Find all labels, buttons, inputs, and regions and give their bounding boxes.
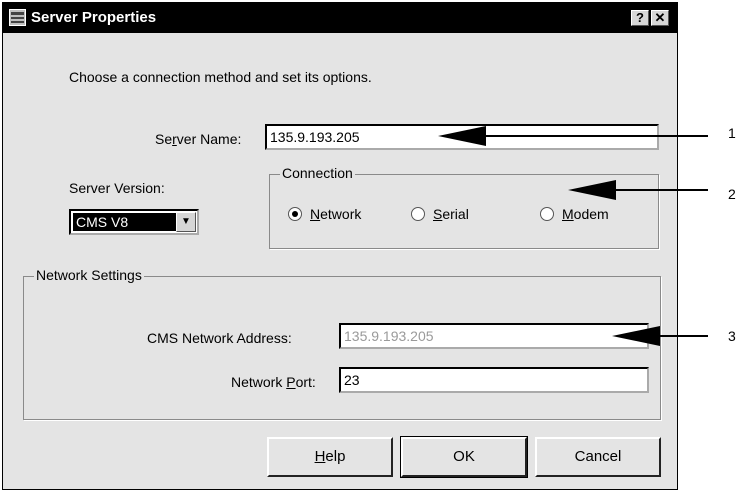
cancel-button[interactable]: Cancel <box>535 437 661 477</box>
network-address-input: 135.9.193.205 <box>339 323 649 349</box>
callout-line <box>480 135 708 137</box>
callout-arrow-icon <box>568 180 616 200</box>
network-radio[interactable]: Network <box>288 206 361 222</box>
title-bar: Server Properties ? ✕ <box>3 3 677 33</box>
callout-number-3: 3 <box>728 328 736 344</box>
callout-line <box>654 335 708 337</box>
network-port-label: Network Port: <box>231 374 316 390</box>
window-icon <box>9 9 26 26</box>
server-version-value: CMS V8 <box>73 213 176 231</box>
callout-arrow-icon <box>438 126 486 146</box>
connection-group-title: Connection <box>280 165 355 181</box>
close-button[interactable]: ✕ <box>651 10 669 26</box>
callout-line <box>610 189 708 191</box>
server-name-label: Server Name: <box>155 131 242 147</box>
server-properties-dialog: Server Properties ? ✕ Choose a connectio… <box>2 2 678 490</box>
dropdown-arrow-icon[interactable]: ▼ <box>176 212 196 232</box>
callout-number-2: 2 <box>728 186 736 202</box>
help-button[interactable]: Help <box>267 437 393 477</box>
callout-number-1: 1 <box>728 125 736 141</box>
window-title: Server Properties <box>31 9 157 26</box>
network-settings-group-title: Network Settings <box>34 267 144 283</box>
server-version-select[interactable]: CMS V8 ▼ <box>69 209 199 235</box>
server-version-label: Server Version: <box>69 180 165 196</box>
radio-selected-icon <box>288 207 302 221</box>
network-address-label: CMS Network Address: <box>147 330 292 346</box>
ok-button[interactable]: OK <box>400 436 528 478</box>
radio-unselected-icon <box>540 207 554 221</box>
instructions-text: Choose a connection method and set its o… <box>69 69 372 85</box>
help-title-button[interactable]: ? <box>631 10 649 26</box>
callout-arrow-icon <box>612 326 660 346</box>
network-port-input[interactable]: 23 <box>339 367 649 393</box>
radio-unselected-icon <box>411 207 425 221</box>
serial-radio[interactable]: Serial <box>411 206 469 222</box>
modem-radio[interactable]: Modem <box>540 206 609 222</box>
